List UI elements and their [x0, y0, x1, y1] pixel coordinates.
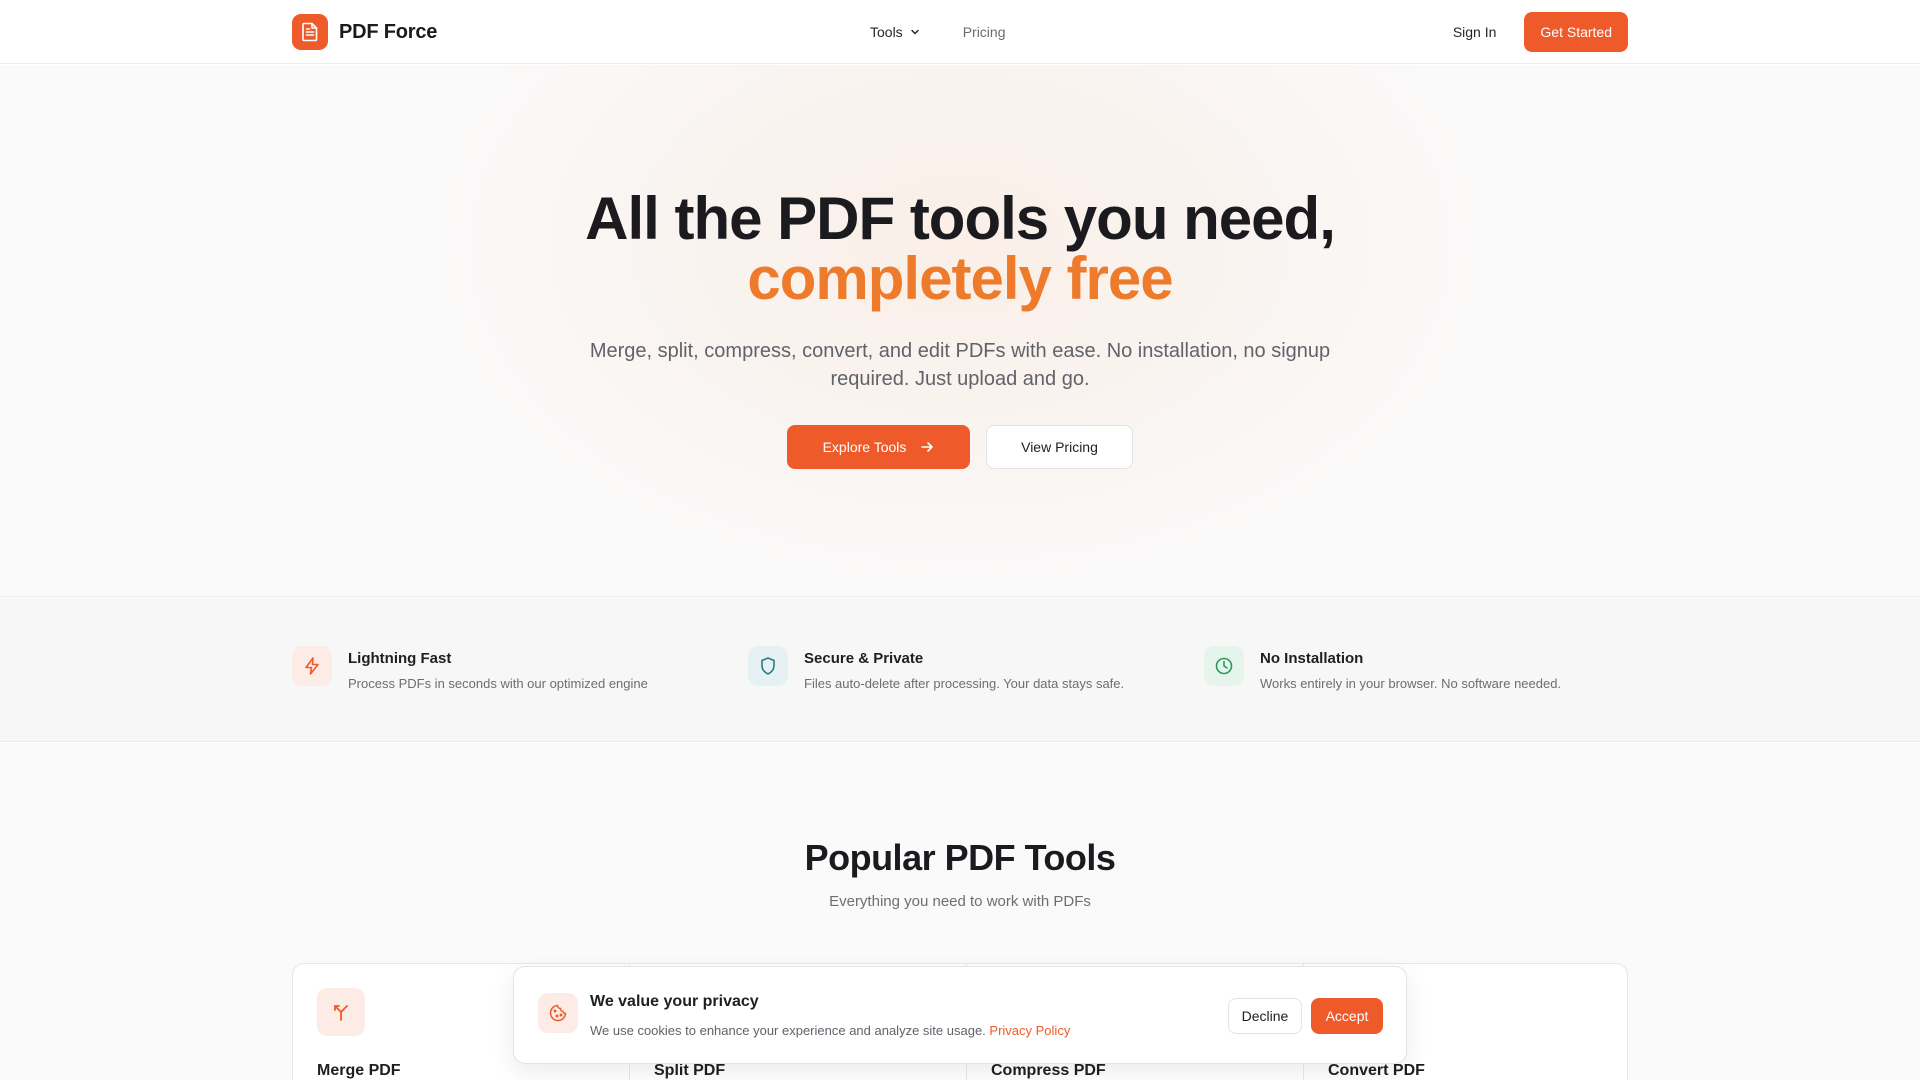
feature-title: Lightning Fast: [348, 650, 452, 667]
arrow-right-icon: [921, 442, 934, 452]
nav-link-tools-label: Tools: [870, 24, 903, 40]
feature-no-installation: No Installation Works entirely in your b…: [1204, 646, 1561, 691]
feature-text: Lightning Fast Process PDFs in seconds w…: [348, 646, 648, 691]
get-started-button[interactable]: Get Started: [1524, 12, 1628, 52]
hero-section: All the PDF tools you need, completely f…: [0, 65, 1920, 597]
document-icon: [292, 14, 328, 50]
cookie-icon: [538, 993, 578, 1033]
decline-button[interactable]: Decline: [1228, 998, 1302, 1034]
sign-in-link[interactable]: Sign In: [1453, 24, 1497, 40]
chevron-down-icon: [910, 29, 919, 35]
nav-links: Tools Pricing: [870, 0, 1005, 64]
popular-tools-subtitle: Everything you need to work with PDFs: [829, 893, 1091, 910]
tool-name: Convert PDF: [1328, 1062, 1425, 1079]
merge-icon: [317, 988, 365, 1036]
hero-actions: Explore Tools View Pricing: [0, 425, 1920, 469]
feature-secure-private: Secure & Private Files auto-delete after…: [748, 646, 1124, 691]
feature-description: Works entirely in your browser. No softw…: [1260, 676, 1562, 691]
brand[interactable]: PDF Force: [292, 14, 437, 50]
features-section: Lightning Fast Process PDFs in seconds w…: [0, 598, 1920, 742]
cookie-title: We value your privacy: [590, 993, 759, 1010]
nav-actions: Sign In Get Started: [1453, 12, 1628, 52]
lightning-icon: [292, 646, 332, 686]
feature-text: Secure & Private Files auto-delete after…: [804, 646, 1124, 691]
top-nav: PDF Force Tools Pricing Sign In Get Star…: [0, 0, 1920, 64]
feature-description: Process PDFs in seconds with our optimiz…: [348, 676, 648, 691]
feature-lightning-fast: Lightning Fast Process PDFs in seconds w…: [292, 646, 648, 691]
feature-title: No Installation: [1260, 650, 1364, 667]
tool-name: Compress PDF: [991, 1062, 1106, 1079]
shield-icon: [748, 646, 788, 686]
hero-title: All the PDF tools you need,: [585, 185, 1336, 252]
popular-tools-title: Popular PDF Tools: [804, 837, 1116, 878]
hero-title-accent: completely free: [747, 245, 1173, 312]
feature-title: Secure & Private: [804, 650, 924, 667]
privacy-policy-link[interactable]: Privacy Policy: [989, 1023, 1070, 1038]
feature-text: No Installation Works entirely in your b…: [1260, 646, 1561, 691]
explore-tools-label: Explore Tools: [822, 439, 907, 455]
nav-link-tools[interactable]: Tools: [870, 24, 921, 40]
brand-name: PDF Force: [339, 20, 438, 43]
tool-name: Merge PDF: [317, 1062, 401, 1079]
nav-inner: PDF Force Tools Pricing Sign In Get Star…: [292, 0, 1628, 64]
tool-name: Split PDF: [654, 1062, 726, 1079]
accept-button[interactable]: Accept: [1311, 998, 1383, 1034]
view-pricing-button[interactable]: View Pricing: [986, 425, 1133, 469]
cookie-message: We use cookies to enhance your experienc…: [590, 1023, 1070, 1038]
cookie-banner: We value your privacy We use cookies to …: [513, 966, 1407, 1064]
feature-description: Files auto-delete after processing. Your…: [804, 676, 1125, 691]
cookie-text: We use cookies to enhance your experienc…: [590, 1023, 990, 1038]
nav-link-pricing[interactable]: Pricing: [963, 24, 1006, 40]
explore-tools-button[interactable]: Explore Tools: [787, 425, 970, 469]
hero-subtitle: Merge, split, compress, convert, and edi…: [589, 340, 1331, 390]
clock-icon: [1204, 646, 1244, 686]
